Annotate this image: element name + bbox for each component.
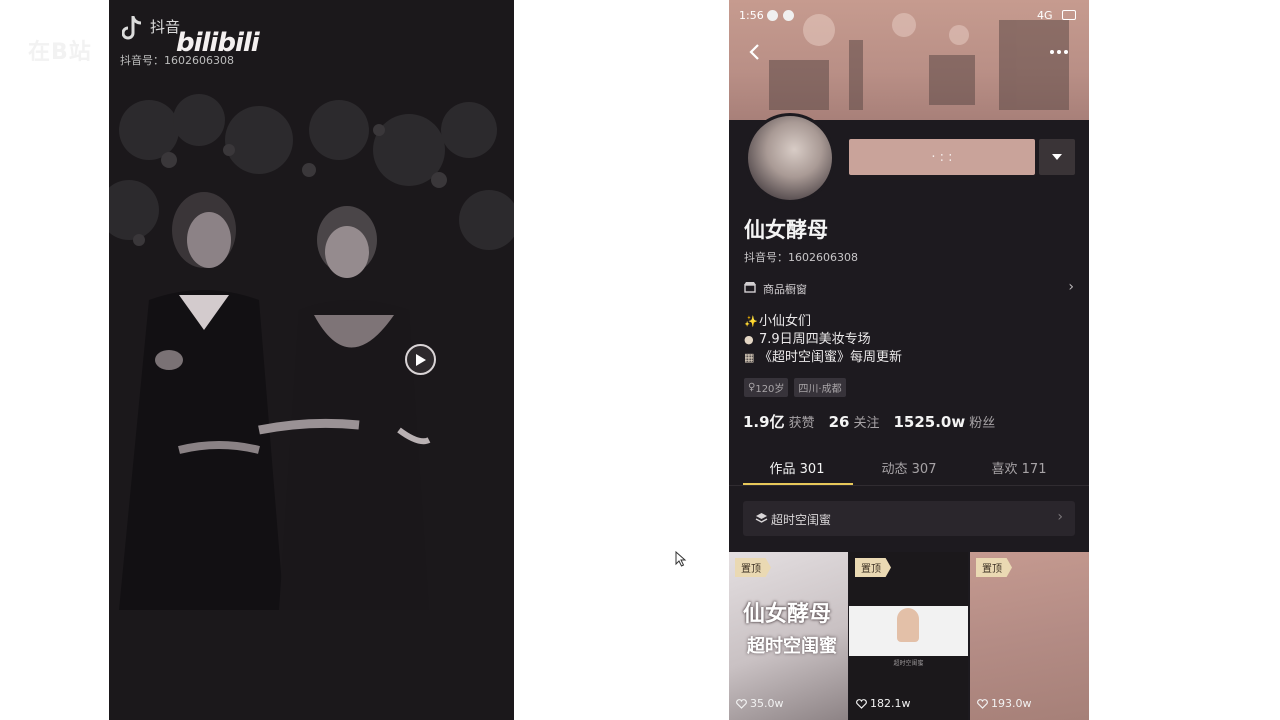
bilibili-channel-watermark: 在B站 bbox=[28, 40, 92, 65]
video-frame bbox=[109, 94, 514, 610]
age-tag: ♀ 120岁 bbox=[744, 378, 789, 397]
heart-icon bbox=[856, 698, 867, 709]
play-icon bbox=[415, 353, 426, 366]
likes-count: 182.1w bbox=[870, 697, 911, 710]
thumbnail-likes: 35.0w bbox=[736, 697, 784, 710]
video-thumbnail[interactable]: 置顶 193.0w bbox=[970, 552, 1089, 720]
thumbnail-caption: 超时空闺蜜 bbox=[893, 660, 924, 667]
shop-window-label: 商品橱窗 bbox=[763, 283, 807, 296]
notification-icon bbox=[767, 10, 778, 21]
collection-label: 超时空闺蜜 bbox=[771, 513, 832, 527]
thumbnail-likes: 193.0w bbox=[977, 697, 1032, 710]
play-button[interactable] bbox=[405, 344, 436, 375]
sparkle-icon: ✨ bbox=[744, 315, 758, 328]
tab-activity[interactable]: 动态 307 bbox=[849, 458, 969, 477]
back-arrow-icon[interactable] bbox=[743, 40, 767, 64]
thumbnail-likes: 182.1w bbox=[856, 697, 911, 710]
location-tag: 四川·成都 bbox=[794, 378, 846, 397]
recommend-dropdown-button[interactable] bbox=[1039, 139, 1075, 175]
bio-line: ✨ 小仙女们 bbox=[744, 313, 902, 331]
video-grid: 仙女酵母 超时空闺蜜 置顶 35.0w 超时空闺蜜 置顶 182.1w 置顶 1… bbox=[729, 552, 1089, 720]
status-time: 1:56 bbox=[739, 9, 764, 22]
female-icon: ♀ bbox=[748, 382, 756, 393]
bio-text: 7.9日周四美妆专场 bbox=[759, 332, 871, 347]
profile-phone-screen: 1:56 4G · : : 仙女酵母 抖音号：1602606308 商品橱窗 ›… bbox=[729, 0, 1089, 720]
tab-works[interactable]: 作品 301 bbox=[737, 458, 857, 477]
thumbnail-title: 仙女酵母 bbox=[743, 602, 832, 627]
storefront-icon bbox=[744, 282, 756, 293]
profile-nickname: 仙女酵母 bbox=[744, 218, 828, 242]
chevron-right-icon: › bbox=[1068, 279, 1074, 295]
more-options-icon[interactable] bbox=[1047, 44, 1071, 60]
followers-label[interactable]: 粉丝 bbox=[969, 412, 995, 431]
bio-line: ● 7.9日周四美妆专场 bbox=[744, 331, 902, 349]
likes-count: 35.0w bbox=[750, 697, 784, 710]
profile-stats: 1.9亿 获赞 26 关注 1525.0w 粉丝 bbox=[743, 411, 1009, 432]
layers-icon bbox=[755, 513, 768, 523]
profile-tabs: 作品 301 动态 307 喜欢 171 bbox=[729, 448, 1089, 486]
profile-douyin-id: 抖音号：1602606308 bbox=[744, 251, 858, 264]
video-player[interactable] bbox=[109, 0, 514, 720]
status-bar: 1:56 4G bbox=[729, 6, 1089, 26]
pinned-badge: 置顶 bbox=[976, 558, 1012, 577]
shop-window-row[interactable]: 商品橱窗 › bbox=[744, 279, 1074, 299]
battery-icon bbox=[1062, 10, 1076, 20]
tag-text: 四川·成都 bbox=[798, 384, 842, 395]
tag-text: 120岁 bbox=[755, 384, 785, 395]
bio-line: ▦ 《超时空闺蜜》每周更新 bbox=[744, 349, 902, 367]
thumbnail-person bbox=[897, 608, 919, 642]
likes-count: 1.9亿 bbox=[743, 413, 785, 431]
screen: 抖音 抖音号：1602606308 在B站 bilibili 1:56 4G ·… bbox=[0, 0, 1280, 720]
caret-down-icon bbox=[1052, 154, 1062, 160]
thumbnail-subtitle: 超时空闺蜜 bbox=[747, 636, 837, 657]
active-tab-indicator bbox=[743, 483, 853, 485]
tab-likes[interactable]: 喜欢 171 bbox=[959, 458, 1079, 477]
clapperboard-icon: ▦ bbox=[744, 351, 755, 364]
notification-icon bbox=[783, 10, 794, 21]
profile-bio: ✨ 小仙女们 ● 7.9日周四美妆专场 ▦ 《超时空闺蜜》每周更新 bbox=[744, 313, 902, 367]
mouse-cursor-icon bbox=[675, 551, 687, 567]
heart-icon bbox=[977, 698, 988, 709]
pinned-badge: 置顶 bbox=[855, 558, 891, 577]
video-thumbnail[interactable]: 仙女酵母 超时空闺蜜 置顶 35.0w bbox=[729, 552, 848, 720]
heart-icon bbox=[736, 698, 747, 709]
video-thumbnail[interactable]: 超时空闺蜜 置顶 182.1w bbox=[849, 552, 968, 720]
avatar[interactable] bbox=[745, 113, 835, 203]
bio-text: 小仙女们 bbox=[759, 314, 812, 329]
likes-count: 193.0w bbox=[991, 697, 1032, 710]
profile-tags: ♀ 120岁 四川·成都 bbox=[744, 378, 846, 397]
bilibili-logo: bilibili bbox=[176, 28, 260, 58]
pinned-badge: 置顶 bbox=[735, 558, 771, 577]
follow-button[interactable]: · : : bbox=[849, 139, 1035, 175]
following-count[interactable]: 26 bbox=[829, 413, 850, 431]
balloon-icon: ● bbox=[744, 333, 754, 346]
douyin-logo-icon bbox=[122, 16, 142, 40]
bio-text: 《超时空闺蜜》每周更新 bbox=[759, 350, 903, 365]
likes-label: 获赞 bbox=[788, 416, 815, 431]
following-label[interactable]: 关注 bbox=[853, 412, 879, 431]
network-indicator: 4G bbox=[1037, 9, 1053, 22]
followers-count[interactable]: 1525.0w bbox=[893, 413, 965, 431]
chevron-right-icon: › bbox=[1057, 509, 1063, 525]
collection-row[interactable]: 超时空闺蜜 › bbox=[743, 501, 1075, 536]
